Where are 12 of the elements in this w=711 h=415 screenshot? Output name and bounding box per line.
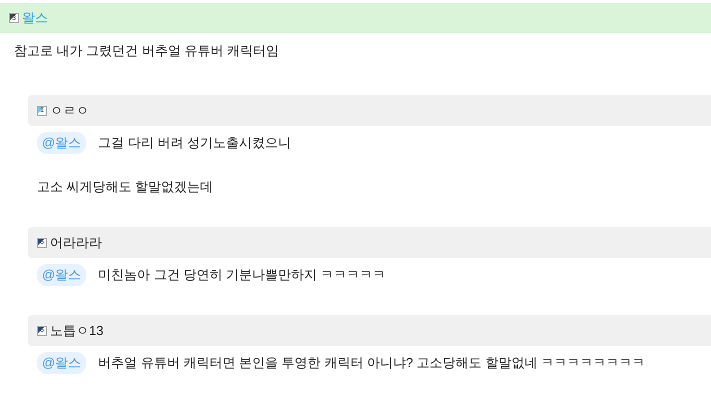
author-name: ㅇㄹㅇ [50, 102, 89, 120]
reply-text: 버추얼 유튜버 캐릭터면 본인을 투영한 캐릭터 아니냐? 고소당해도 할말없네 ㅋㅋㅋㅋㅋㅋㅋㅋ [98, 354, 645, 372]
reply-text: 미친놈아 그건 당연히 기분나쁠만하지 ㅋㅋㅋㅋㅋ [98, 266, 386, 284]
author-link[interactable]: 왈스 [22, 9, 48, 27]
reply-text: 고소 씨게당해도 할말없겠는데 [37, 178, 214, 196]
mention-tag[interactable]: @왈스 [37, 132, 86, 154]
mention-tag[interactable]: @왈스 [37, 264, 86, 286]
comment-text: 참고로 내가 그렸던건 버추얼 유튜버 캐릭터임 [13, 42, 280, 60]
reply-text: 그걸 다리 버려 성기노출시켰으니 [98, 134, 292, 152]
author-name: 어라라라 [50, 234, 102, 252]
author-name: 노틉ㅇ13 [50, 322, 104, 340]
mention-tag[interactable]: @왈스 [37, 352, 86, 374]
